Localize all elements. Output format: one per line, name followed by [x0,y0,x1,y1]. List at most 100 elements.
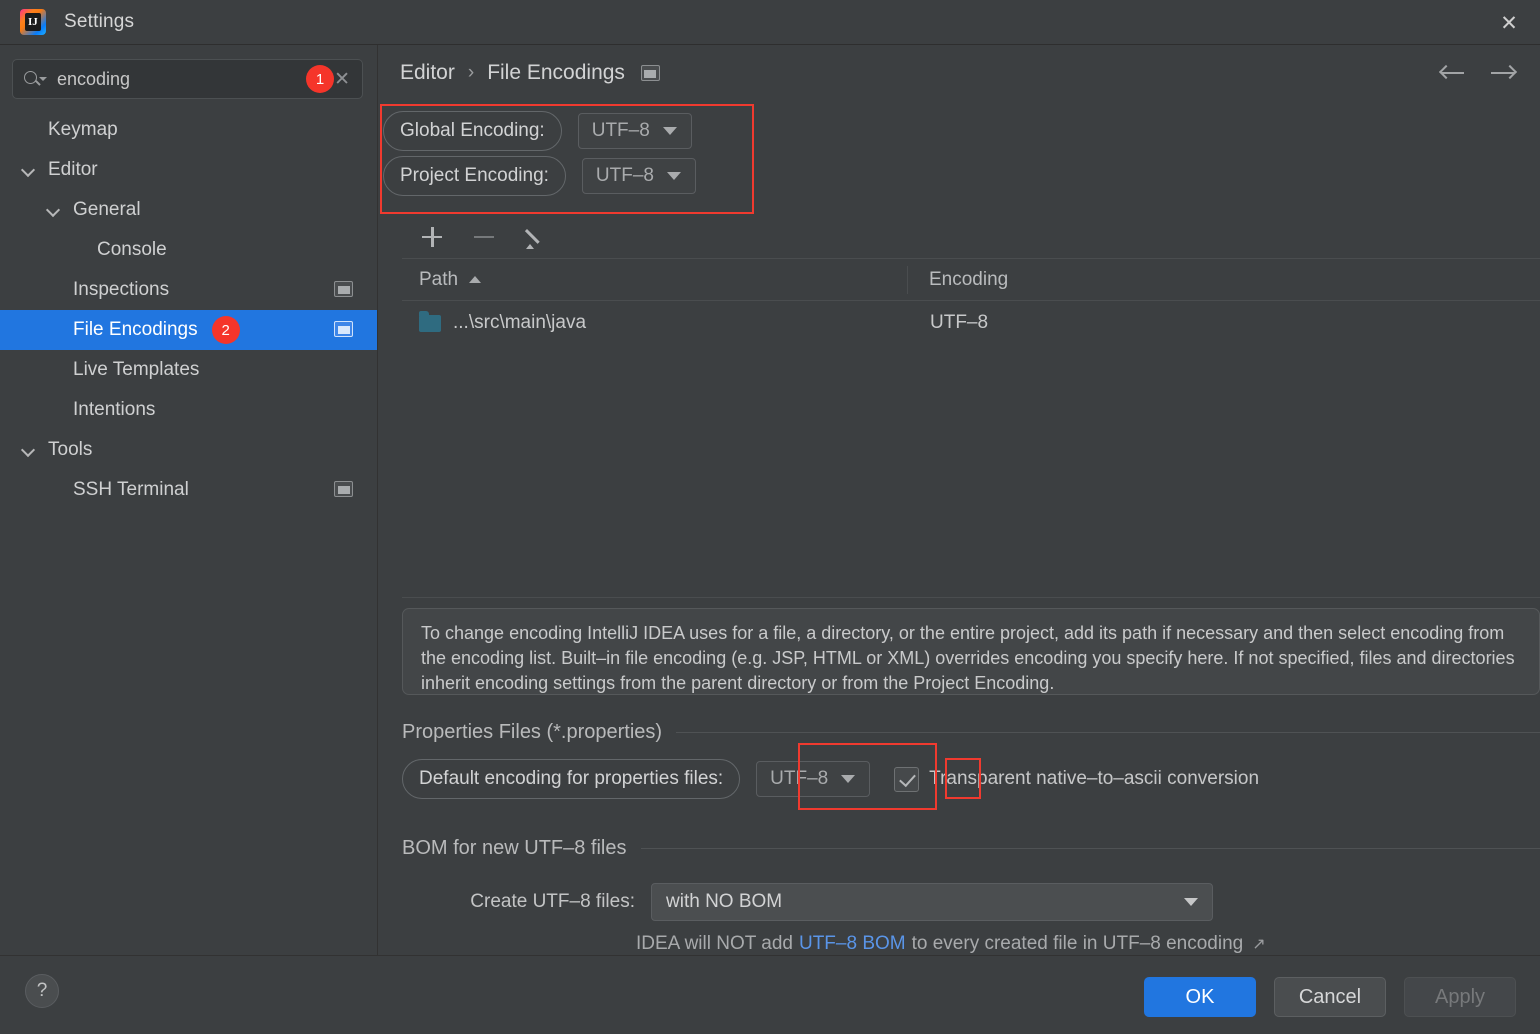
sidebar-item-label: Intentions [73,399,156,420]
bom-section-header: BOM for new UTF–8 files [402,837,1540,860]
settings-tree: Keymap Editor General Console Inspections Fil… [0,110,377,510]
sidebar: encoding 1 ✕ Keymap Editor General Console I… [0,45,377,955]
sidebar-item-tools[interactable]: Tools [0,430,377,470]
breadcrumb-parent[interactable]: Editor [400,61,455,85]
apply-button[interactable]: Apply [1404,977,1516,1017]
column-label-encoding: Encoding [929,268,1009,290]
encodings-table: Path Encoding ...\src\main\java UTF–8 [402,258,1540,598]
ok-button[interactable]: OK [1144,977,1256,1017]
properties-section-title: Properties Files (*.properties) [402,721,663,743]
settings-window-icon[interactable] [640,65,660,81]
info-box: To change encoding IntelliJ IDEA uses fo… [402,608,1540,695]
external-link-icon[interactable]: ↗ [1252,934,1265,954]
search-icon[interactable] [24,69,48,89]
search-input[interactable]: encoding [57,69,306,90]
table-body: ...\src\main\java UTF–8 [402,301,1540,345]
sidebar-item-badge: 2 [211,316,240,344]
close-icon[interactable]: ✕ [1494,8,1524,38]
sidebar-item-file-encodings[interactable]: File Encodings 2 [0,310,377,350]
chevron-down-icon [841,775,856,783]
sidebar-item-label: Console [97,239,167,260]
breadcrumb-separator: › [467,62,475,83]
sidebar-item-label: Live Templates [73,359,200,380]
sidebar-item-general[interactable]: General [0,190,377,230]
settings-window-icon[interactable] [334,321,353,337]
cancel-button[interactable]: Cancel [1274,977,1386,1017]
column-header-encoding[interactable]: Encoding [908,269,1008,291]
sidebar-item-label: Keymap [48,119,118,140]
cell-encoding[interactable]: UTF–8 [908,312,988,334]
breadcrumb: Editor › File Encodings [378,45,1540,101]
sidebar-item-console[interactable]: Console [0,230,377,270]
sidebar-item-label: Editor [48,159,98,180]
clear-icon[interactable]: ✕ [334,70,350,89]
dialog-buttons: OK Cancel Apply [1144,977,1516,1017]
folder-icon [419,310,441,332]
native-to-ascii-label[interactable]: Transparent native–to–ascii conversion [929,768,1259,790]
bom-hint-prefix: IDEA will NOT add [636,933,793,954]
create-utf8-label: Create UTF–8 files: [470,891,635,912]
project-encoding-row: Project Encoding: UTF–8 [383,153,758,198]
native-to-ascii-checkbox[interactable] [894,766,920,792]
bom-hint: IDEA will NOT add UTF–8 BOM to every cre… [636,933,1266,955]
minus-icon[interactable] [472,225,496,249]
chevron-down-icon [667,171,681,180]
section-divider [640,848,1540,849]
sidebar-item-live-templates[interactable]: Live Templates [0,350,377,390]
navigation-buttons [1438,61,1518,85]
project-encoding-dropdown[interactable]: UTF–8 [581,157,696,194]
properties-default-encoding-row: Default encoding for properties files: U… [402,759,1259,799]
bom-hint-link[interactable]: UTF–8 BOM [799,933,906,955]
sidebar-item-editor[interactable]: Editor [0,150,377,190]
search-field[interactable]: encoding 1 ✕ [12,59,363,99]
global-encoding-dropdown[interactable]: UTF–8 [577,112,692,149]
settings-window-icon[interactable] [334,281,353,297]
global-encoding-value: UTF–8 [591,119,650,141]
sidebar-item-label: SSH Terminal [73,479,189,500]
table-row[interactable]: ...\src\main\java UTF–8 [402,301,1540,345]
column-label-path: Path [419,268,459,290]
chevron-down-icon[interactable] [47,203,61,217]
pencil-icon[interactable] [524,225,548,249]
dialog-footer: ? OK Cancel Apply [0,955,1540,1034]
sidebar-item-intentions[interactable]: Intentions [0,390,377,430]
chevron-down-icon [662,126,677,135]
plus-icon[interactable] [420,225,444,249]
properties-section-header: Properties Files (*.properties) [402,721,1540,744]
project-encoding-value: UTF–8 [595,164,654,186]
properties-encoding-dropdown[interactable]: UTF–8 [756,761,871,797]
column-header-path[interactable]: Path [402,269,907,291]
table-toolbar [402,215,1540,258]
properties-encoding-value: UTF–8 [770,768,829,789]
properties-default-label: Default encoding for properties files: [402,759,741,799]
cell-path: ...\src\main\java [402,310,908,334]
arrow-right-icon[interactable] [1490,61,1518,85]
create-utf8-value: with NO BOM [666,891,783,912]
breadcrumb-current: File Encodings [487,61,625,84]
settings-window-icon[interactable] [334,481,353,497]
search-result-badge: 1 [306,65,335,93]
sidebar-item-label: File Encodings [73,319,198,340]
create-utf8-dropdown[interactable]: with NO BOM [651,883,1213,921]
global-encoding-row: Global Encoding: UTF–8 [383,108,758,153]
project-encoding-label: Project Encoding: [383,155,566,196]
chevron-down-icon[interactable] [22,443,36,457]
sidebar-item-ssh-terminal[interactable]: SSH Terminal [0,470,377,510]
table-header: Path Encoding [402,259,1540,301]
settings-dialog: IJ Settings ✕ encoding 1 ✕ Keymap Editor G… [0,0,1540,1034]
arrow-left-icon[interactable] [1438,61,1466,85]
logo-mark: IJ [28,16,38,28]
help-button[interactable]: ? [25,974,59,1008]
sort-ascending-icon [469,276,482,283]
cell-path-text: ...\src\main\java [453,312,587,333]
window-title: Settings [64,11,135,32]
content-pane: Editor › File Encodings Global Encoding:… [378,45,1540,955]
sidebar-item-inspections[interactable]: Inspections [0,270,377,310]
sidebar-item-keymap[interactable]: Keymap [0,110,377,150]
section-divider [676,732,1540,733]
sidebar-item-label: Tools [48,439,93,460]
sidebar-item-label: Inspections [73,279,170,300]
bom-hint-suffix: to every created file in UTF–8 encoding [911,933,1244,954]
chevron-down-icon[interactable] [22,163,36,177]
sidebar-item-label: General [73,199,141,220]
